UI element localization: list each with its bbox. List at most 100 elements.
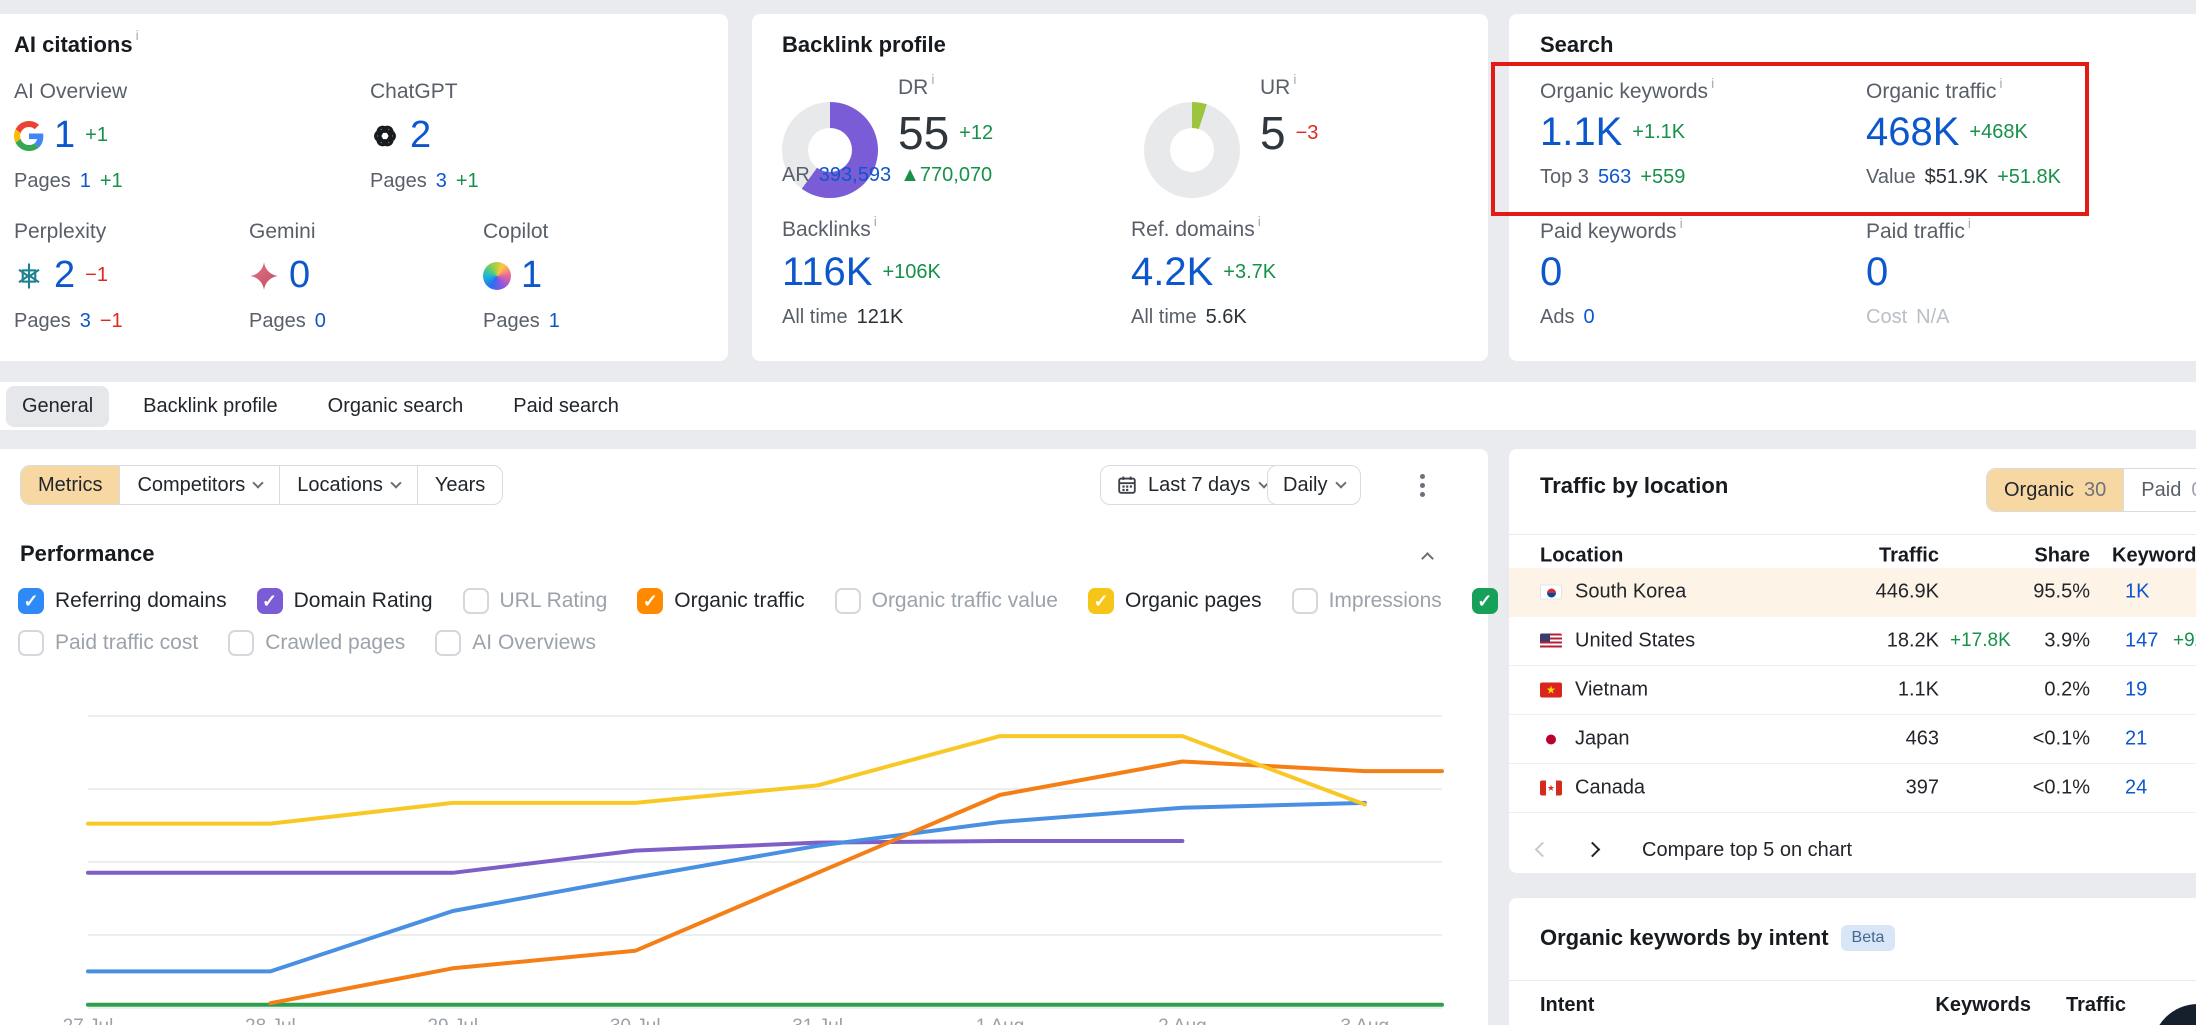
gemini-count[interactable]: 0 [289,254,310,297]
keywords-by-intent-panel: Organic keywords by intentBeta Intent Ke… [1509,898,2196,1025]
chevron-down-icon [253,477,264,488]
checkbox-icon[interactable] [18,588,44,614]
backlinks-label: Backlinksi [782,218,877,242]
svg-text:30 Jul: 30 Jul [610,1016,661,1025]
table-row-south-korea[interactable]: South Korea 446.9K 95.5% 1K [1509,568,2196,617]
organic-tab[interactable]: Organic30 [1987,469,2123,511]
info-icon[interactable]: i [1711,75,1714,91]
granularity-button[interactable]: Daily [1267,465,1361,505]
copilot-icon [483,262,511,290]
united-states-flag-icon [1540,634,1562,649]
beta-badge: Beta [1841,925,1896,951]
checkbox-icon[interactable] [257,588,283,614]
checkbox-icon[interactable] [1088,588,1114,614]
table-row-japan[interactable]: Japan 463 <0.1% 21 [1509,715,2196,764]
svg-text:28 Jul: 28 Jul [245,1016,296,1025]
organic-traffic-label: Organic traffici [1866,80,2002,104]
info-icon[interactable]: i [1680,215,1683,231]
info-icon[interactable]: i [1968,215,1971,231]
perplexity-icon [14,261,44,291]
metric-toggles-row-1: Referring domains Domain Rating URL Rati… [18,588,1608,614]
checkbox-icon[interactable] [637,588,663,614]
keywords-by-intent-title: Organic keywords by intentBeta [1540,925,1895,951]
compare-top5-label[interactable]: Compare top 5 on chart [1642,839,1852,862]
years-filter-button[interactable]: Years [417,466,502,504]
ahrefs-rank-value[interactable]: 393,593 [819,164,891,187]
metric-checkbox-referring-domains[interactable]: Referring domains [18,588,227,614]
filter-segmented-control: Metrics Competitors Locations Years [20,465,503,505]
svg-text:2 Aug: 2 Aug [1158,1016,1207,1025]
checkbox-icon[interactable] [1292,588,1318,614]
divider [1509,980,2196,981]
tab-backlink-profile[interactable]: Backlink profile [127,386,294,427]
japan-flag-icon [1540,732,1562,747]
table-row-united-states[interactable]: United States 18.2K +17.8K 3.9% 147 +92 [1509,617,2196,666]
tab-general[interactable]: General [6,386,109,427]
date-range-button[interactable]: Last 7 days [1100,465,1284,505]
checkbox-icon[interactable] [835,588,861,614]
chatgpt-count[interactable]: 2 [410,114,431,157]
ai-overview-count[interactable]: 1 [54,114,75,157]
info-icon[interactable]: i [931,71,934,87]
metric-checkbox-crawled-pages[interactable]: Crawled pages [228,630,405,656]
next-page-icon[interactable] [1585,842,1601,858]
more-options-button[interactable] [1404,465,1440,505]
competitors-filter-button[interactable]: Competitors [119,466,279,504]
metric-checkbox-paid-traffic-cost[interactable]: Paid traffic cost [18,630,198,656]
backlink-profile-title: Backlink profile [782,32,946,58]
chevron-down-icon [1336,477,1347,488]
paid-traffic-value[interactable]: 0 [1866,250,1888,295]
ref-domains-label: Ref. domainsi [1131,218,1261,242]
info-icon[interactable]: i [1293,71,1296,87]
tab-paid-search[interactable]: Paid search [497,386,635,427]
svg-text:31 Jul: 31 Jul [792,1016,843,1025]
vietnam-flag-icon [1540,683,1562,698]
ur-value: 5 [1260,106,1286,160]
paid-keywords-value[interactable]: 0 [1540,250,1562,295]
perplexity-count[interactable]: 2 [54,254,75,297]
performance-line-chart: 27 Jul28 Jul29 Jul30 Jul31 Jul1 Aug2 Aug… [60,686,1452,1025]
paid-traffic-label: Paid traffici [1866,220,1971,244]
metric-checkbox-url-rating[interactable]: URL Rating [463,588,608,614]
performance-panel: Metrics Competitors Locations Years Last… [0,449,1488,1025]
tab-organic-search[interactable]: Organic search [312,386,480,427]
organic-traffic-value[interactable]: 468K [1866,110,1959,155]
backlinks-value[interactable]: 116K [782,250,872,295]
checkbox-icon[interactable] [18,630,44,656]
checkbox-icon[interactable] [1472,588,1498,614]
collapse-section-icon[interactable] [1421,552,1434,565]
metric-checkbox-organic-traffic-value[interactable]: Organic traffic value [835,588,1058,614]
svg-text:27 Jul: 27 Jul [63,1016,114,1025]
info-icon[interactable]: i [1999,75,2002,91]
svg-text:29 Jul: 29 Jul [427,1016,478,1025]
info-icon[interactable]: i [874,213,877,229]
copilot-count[interactable]: 1 [521,254,542,297]
traffic-by-location-title: Traffic by location [1540,473,1728,499]
chevron-down-icon [390,477,401,488]
metric-checkbox-ai-overviews[interactable]: AI Overviews [435,630,596,656]
overview-nav-tabs: General Backlink profile Organic search … [0,382,2196,430]
metric-toggles-row-2: Paid traffic cost Crawled pages AI Overv… [18,630,596,656]
previous-page-icon[interactable] [1535,842,1551,858]
checkbox-icon[interactable] [463,588,489,614]
canada-flag-icon [1540,781,1562,796]
metric-checkbox-impressions[interactable]: Impressions [1292,588,1442,614]
gemini-icon [249,261,279,291]
organic-keywords-value[interactable]: 1.1K [1540,110,1622,155]
info-icon[interactable]: i [1258,213,1261,229]
checkbox-icon[interactable] [435,630,461,656]
ref-domains-value[interactable]: 4.2K [1131,250,1213,295]
backlink-profile-card: Backlink profile DRi 55+12 AR393,593▲770… [752,14,1488,361]
metric-checkbox-domain-rating[interactable]: Domain Rating [257,588,433,614]
paid-tab[interactable]: Paid0 [2123,469,2196,511]
performance-title: Performance [20,541,155,567]
ur-donut [1144,102,1240,198]
metric-checkbox-organic-traffic[interactable]: Organic traffic [637,588,804,614]
metrics-filter-button[interactable]: Metrics [21,466,119,504]
table-row-canada[interactable]: Canada 397 <0.1% 24 [1509,764,2196,813]
locations-filter-button[interactable]: Locations [279,466,417,504]
table-row-vietnam[interactable]: Vietnam 1.1K 0.2% 19 [1509,666,2196,715]
checkbox-icon[interactable] [228,630,254,656]
metric-checkbox-organic-pages[interactable]: Organic pages [1088,588,1262,614]
info-icon[interactable]: i [136,27,139,43]
